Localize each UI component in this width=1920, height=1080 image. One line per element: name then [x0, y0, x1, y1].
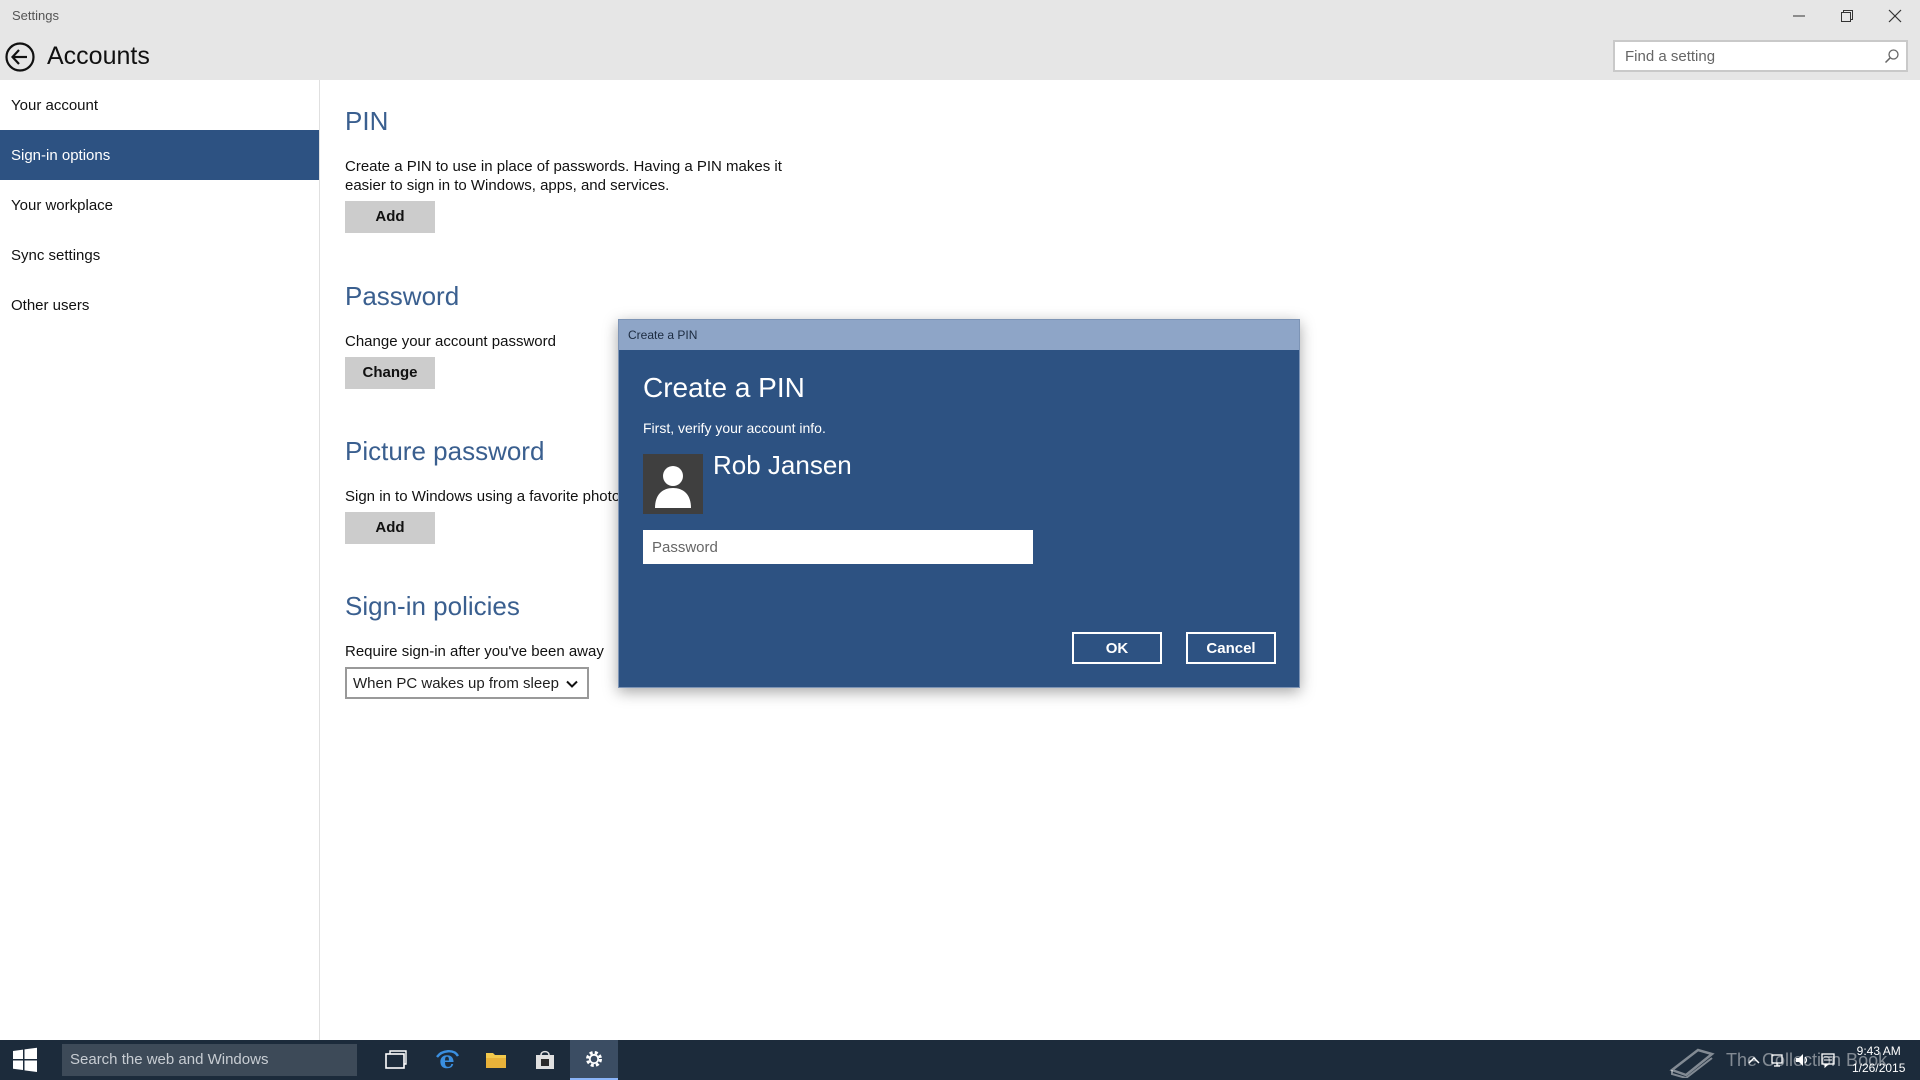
chevron-down-icon: [566, 680, 578, 688]
store-button[interactable]: [521, 1040, 569, 1080]
change-password-button[interactable]: Change: [345, 357, 435, 389]
show-hidden-icons-icon[interactable]: [1746, 1052, 1762, 1068]
add-picture-password-button[interactable]: Add: [345, 512, 435, 544]
avatar: [643, 454, 703, 514]
create-pin-dialog: Create a PIN Create a PIN First, verify …: [618, 319, 1300, 688]
dropdown-selected-value: When PC wakes up from sleep: [353, 674, 559, 692]
network-icon[interactable]: [1770, 1052, 1786, 1068]
search-input[interactable]: [1615, 42, 1875, 70]
minimize-button[interactable]: [1776, 0, 1822, 32]
book-logo-icon: [1669, 1048, 1715, 1078]
require-sign-in-dropdown[interactable]: When PC wakes up from sleep: [345, 667, 589, 699]
file-explorer-icon: [486, 1053, 506, 1068]
file-explorer-button[interactable]: [472, 1040, 520, 1080]
ok-button[interactable]: OK: [1072, 632, 1162, 664]
sidebar-item-sync-settings[interactable]: Sync settings: [0, 230, 319, 280]
user-avatar-icon: [643, 454, 703, 514]
taskbar-clock[interactable]: 9:43 AM 1/26/2015: [1852, 1043, 1905, 1077]
pin-description: Create a PIN to use in place of password…: [345, 158, 782, 194]
pin-section-title: PIN: [345, 106, 389, 136]
cancel-button[interactable]: Cancel: [1186, 632, 1276, 664]
add-pin-button[interactable]: Add: [345, 201, 435, 233]
pin-section: PIN Create a PIN to use in place of pass…: [345, 106, 805, 233]
edge-browser-icon: e: [436, 1047, 460, 1073]
restore-icon: [1841, 10, 1853, 22]
settings-app-button[interactable]: [570, 1040, 618, 1080]
page-header: Accounts: [0, 32, 1920, 80]
volume-icon[interactable]: [1794, 1052, 1810, 1068]
task-view-button[interactable]: [372, 1040, 420, 1080]
restore-button[interactable]: [1824, 0, 1870, 32]
password-field[interactable]: [643, 530, 1033, 564]
page-title: Accounts: [47, 42, 150, 70]
sidebar-item-your-workplace[interactable]: Your workplace: [0, 180, 319, 230]
dialog-heading: Create a PIN: [643, 372, 805, 403]
sidebar-item-your-account[interactable]: Your account: [0, 80, 319, 130]
store-icon: [536, 1050, 554, 1069]
dialog-window-title: Create a PIN: [628, 328, 698, 342]
back-arrow-icon: [5, 42, 35, 72]
dialog-titlebar: Create a PIN: [619, 320, 1299, 350]
sidebar-item-label: Other users: [11, 296, 90, 314]
sidebar-item-label: Sign-in options: [11, 146, 111, 164]
close-icon: [1888, 9, 1902, 23]
sidebar-item-label: Your workplace: [11, 196, 114, 214]
sidebar-item-label: Your account: [11, 96, 99, 114]
settings-search-box[interactable]: [1613, 40, 1908, 72]
close-button[interactable]: [1872, 0, 1918, 32]
minimize-icon: [1793, 15, 1805, 17]
sidebar-item-other-users[interactable]: Other users: [0, 280, 319, 330]
action-center-icon[interactable]: [1820, 1052, 1836, 1068]
window-titlebar: Settings: [0, 0, 1920, 32]
taskbar-search-box[interactable]: Search the web and Windows: [62, 1044, 357, 1076]
search-icon[interactable]: [1884, 48, 1900, 64]
clock-date: 1/26/2015: [1852, 1061, 1906, 1075]
password-section-title: Password: [345, 281, 460, 311]
app-title: Settings: [12, 8, 59, 23]
taskbar: Search the web and Windows e The Collect…: [0, 1040, 1920, 1080]
task-view-icon: [385, 1050, 407, 1069]
sidebar: Your account Sign-in options Your workpl…: [0, 80, 320, 1040]
windows-logo-icon: [13, 1047, 37, 1072]
edge-browser-button[interactable]: e: [423, 1040, 471, 1080]
user-name: Rob Jansen: [713, 450, 852, 480]
settings-gear-icon: [586, 1051, 602, 1067]
dialog-subtitle: First, verify your account info.: [643, 420, 826, 436]
back-button[interactable]: [4, 41, 36, 73]
clock-time: 9:43 AM: [1856, 1044, 1901, 1058]
sidebar-item-sign-in-options[interactable]: Sign-in options: [0, 130, 319, 180]
start-button[interactable]: [0, 1040, 50, 1080]
sidebar-item-label: Sync settings: [11, 246, 101, 264]
